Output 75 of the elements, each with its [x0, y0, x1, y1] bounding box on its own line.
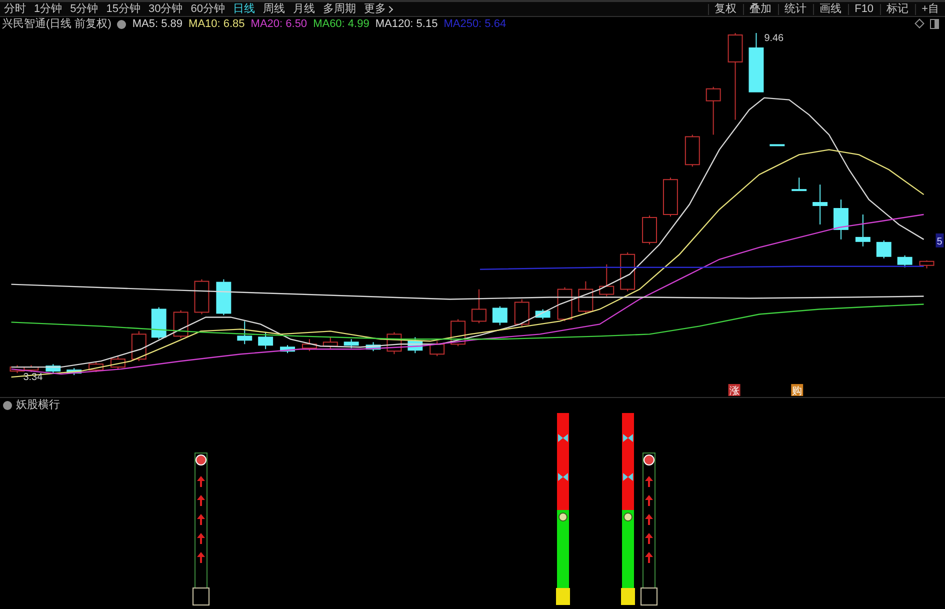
- moving-average-label: MA10: 6.85: [188, 16, 245, 32]
- period-tab[interactable]: 15分钟: [106, 4, 140, 14]
- moving-average-label: MA20: 6.50: [250, 16, 308, 32]
- toolbar-button[interactable]: F10: [848, 4, 880, 14]
- candlestick: [792, 177, 807, 192]
- signal-marker: 涨: [728, 384, 740, 397]
- candlestick: [919, 260, 934, 269]
- candlestick: [10, 364, 25, 374]
- candlestick: [514, 298, 530, 327]
- candlestick: [366, 342, 381, 352]
- candlestick: [322, 336, 338, 350]
- candlestick: [302, 338, 317, 352]
- candlestick: [557, 286, 572, 322]
- moving-average-label: MA120: 5.15: [375, 16, 438, 32]
- period-tab[interactable]: 日线: [233, 4, 255, 14]
- toolbar-button[interactable]: 复权: [708, 4, 743, 14]
- candlestick: [66, 368, 82, 376]
- candlestick: [216, 278, 232, 316]
- candlestick: [706, 86, 721, 136]
- candlestick: [770, 144, 785, 146]
- moving-average-label: MA250: 5.64: [444, 16, 506, 32]
- candlestick: [472, 288, 486, 324]
- toolbar-button[interactable]: 统计: [778, 4, 813, 14]
- candlestick: [344, 338, 359, 349]
- moving-average-label: MA60: 4.99: [313, 16, 370, 32]
- candlestick: [748, 32, 764, 92]
- period-tab[interactable]: 月线: [293, 4, 315, 14]
- candlestick: [194, 278, 210, 315]
- candlestick: [812, 184, 828, 225]
- chart-title: 兴民智通(日线 前复权): [2, 16, 112, 32]
- panel-icon[interactable]: [930, 19, 939, 29]
- candlestick: [642, 215, 657, 245]
- candlestick: [855, 214, 870, 247]
- indicator-title: 妖股横行: [16, 398, 60, 413]
- candlestick: [834, 199, 848, 240]
- toolbar-button[interactable]: 叠加: [742, 4, 778, 14]
- moving-average-label: MA5: 5.89: [132, 16, 183, 32]
- price-tag: 5: [936, 233, 944, 248]
- period-tab[interactable]: 1分钟: [34, 4, 62, 14]
- candlestick: [237, 320, 252, 345]
- candlestick: [131, 330, 146, 362]
- toolbar-button[interactable]: 画线: [812, 4, 848, 14]
- toolbar-button[interactable]: 标记: [880, 4, 915, 14]
- candlestick: [173, 310, 188, 339]
- candlestick: [88, 362, 104, 373]
- candlestick: [684, 134, 700, 168]
- period-tab[interactable]: 周线: [263, 4, 285, 14]
- candlestick: [662, 177, 678, 217]
- low-price-label: 3.34: [23, 372, 43, 384]
- candlestick: [24, 364, 39, 373]
- toolbar-button[interactable]: +自: [914, 4, 945, 14]
- candlestick: [46, 364, 61, 374]
- period-tab[interactable]: 30分钟: [148, 4, 183, 14]
- candlestick: [620, 252, 636, 292]
- candlestick: [408, 336, 423, 354]
- candlestick: [578, 280, 594, 314]
- period-tab[interactable]: 分时: [4, 4, 26, 14]
- period-tab[interactable]: 更多: [364, 4, 386, 14]
- signal-marker: 购: [791, 384, 804, 397]
- candlestick: [599, 264, 614, 297]
- candlestick: [280, 344, 295, 354]
- settings-icon[interactable]: [117, 20, 126, 28]
- period-tab[interactable]: 5分钟: [70, 4, 98, 14]
- period-tab[interactable]: 多周期: [323, 4, 356, 14]
- candlestick: [110, 356, 126, 370]
- candlestick: [430, 340, 445, 357]
- period-tab[interactable]: 60分钟: [190, 4, 225, 14]
- candlestick: [151, 306, 166, 340]
- candlestick: [876, 240, 892, 259]
- candlestick: [897, 254, 912, 268]
- candlestick: [535, 308, 550, 320]
- high-price-label: 9.46: [764, 32, 784, 44]
- candlestick: [492, 306, 508, 326]
- candlestick: [258, 332, 274, 350]
- settings-icon[interactable]: [3, 400, 12, 410]
